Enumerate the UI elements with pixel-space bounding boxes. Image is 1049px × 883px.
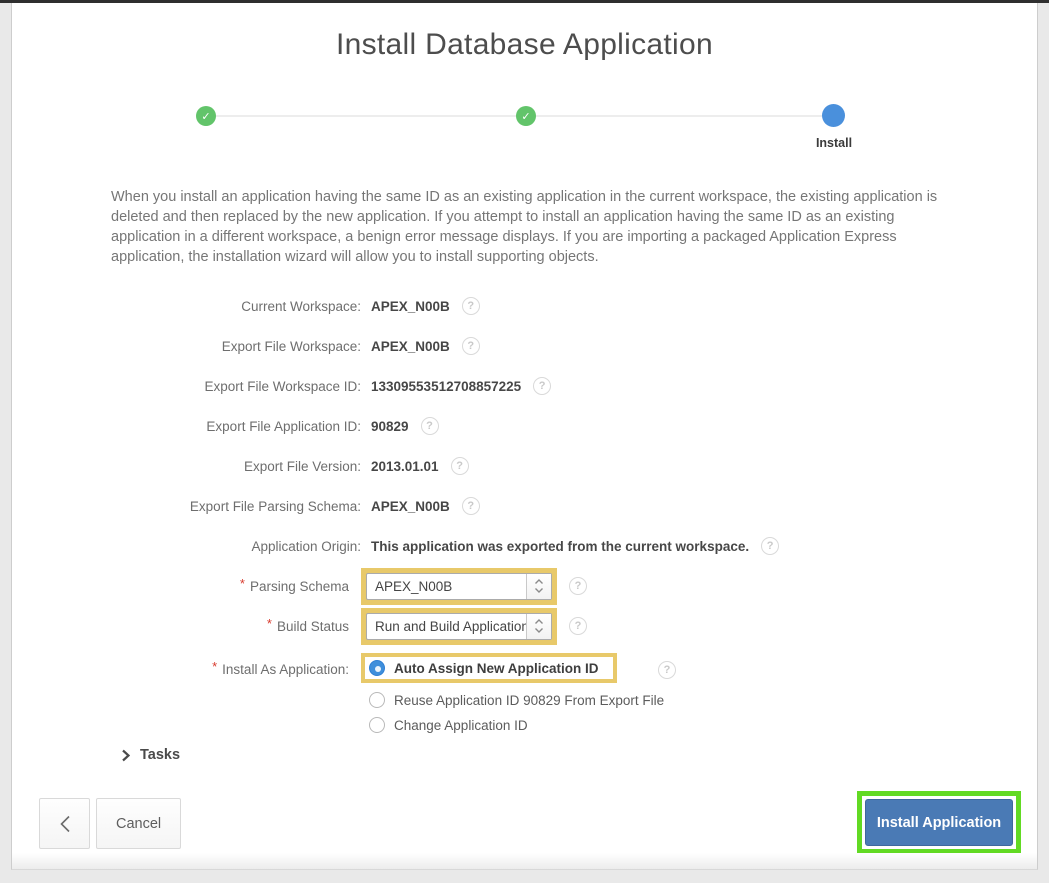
step-3-label: Install [789,136,879,150]
row-install-as-application: *Install As Application: Auto Assign New… [12,653,1037,733]
field-label: Export File Workspace ID: [12,379,361,394]
field-label: *Parsing Schema [12,579,361,594]
field-value: 13309553512708857225 [371,379,521,394]
field-value: This application was exported from the c… [371,539,749,554]
wizard-panel: Install Database Application ✓ ✓ Install… [11,3,1038,870]
select-spinner-icon[interactable] [526,574,551,599]
row-export-file-workspace: Export File Workspace: APEX_N00B ? [12,326,1037,366]
select-value: Run and Build Application [367,614,526,639]
field-label: Export File Application ID: [12,419,361,434]
field-label: Application Origin: [12,539,361,554]
field-label: *Install As Application: [12,653,361,677]
wizard-progress: ✓ ✓ Install [206,106,845,156]
field-value: 2013.01.01 [371,459,439,474]
radio-change-id[interactable] [369,717,385,733]
cancel-button[interactable]: Cancel [96,798,181,849]
field-label: *Build Status [12,619,361,634]
help-icon[interactable]: ? [451,457,469,475]
help-icon[interactable]: ? [569,577,587,595]
row-export-file-application-id: Export File Application ID: 90829 ? [12,406,1037,446]
field-label: Export File Version: [12,459,361,474]
tasks-label: Tasks [140,747,180,763]
row-export-file-version: Export File Version: 2013.01.01 ? [12,446,1037,486]
chevron-right-icon [121,749,130,762]
check-icon: ✓ [521,110,530,123]
required-marker: * [267,616,272,631]
row-export-file-workspace-id: Export File Workspace ID: 13309553512708… [12,366,1037,406]
radio-reuse-id[interactable] [369,692,385,708]
chevron-left-icon [59,815,71,833]
help-icon[interactable]: ? [462,337,480,355]
select-value: APEX_N00B [367,574,526,599]
help-icon[interactable]: ? [421,417,439,435]
help-icon[interactable]: ? [569,617,587,635]
highlight-green-frame: Install Application [857,791,1021,854]
row-current-workspace: Current Workspace: APEX_N00B ? [12,286,1037,326]
row-build-status: *Build Status Run and Build Application … [12,606,1037,646]
radio-label[interactable]: Auto Assign New Application ID [394,661,599,676]
radio-label[interactable]: Change Application ID [394,718,528,733]
select-spinner-icon[interactable] [526,614,551,639]
step-3-current [822,104,845,127]
build-status-select[interactable]: Run and Build Application [366,613,552,640]
field-value: APEX_N00B [371,339,450,354]
radio-label[interactable]: Reuse Application ID 90829 From Export F… [394,693,664,708]
field-label: Export File Workspace: [12,339,361,354]
back-button[interactable] [39,798,90,849]
radio-option: Change Application ID [369,717,664,733]
row-parsing-schema: *Parsing Schema APEX_N00B ? [12,566,1037,606]
intro-text: When you install an application having t… [111,187,953,267]
install-as-radio-group: Auto Assign New Application ID Reuse App… [361,653,664,733]
step-1-complete: ✓ [196,106,216,126]
step-2-complete: ✓ [516,106,536,126]
page-title: Install Database Application [12,28,1037,62]
field-value: APEX_N00B [371,299,450,314]
help-icon[interactable]: ? [761,537,779,555]
highlight-gold-frame: Auto Assign New Application ID [361,653,617,683]
radio-option: Reuse Application ID 90829 From Export F… [369,692,664,708]
row-export-file-parsing-schema: Export File Parsing Schema: APEX_N00B ? [12,486,1037,526]
footer-fade [12,853,1037,869]
window-top-border [0,0,1049,3]
install-form: Current Workspace: APEX_N00B ? Export Fi… [12,286,1037,733]
install-application-button[interactable]: Install Application [865,799,1013,846]
radio-auto-assign[interactable] [369,660,385,676]
field-label: Export File Parsing Schema: [12,499,361,514]
row-application-origin: Application Origin: This application was… [12,526,1037,566]
check-icon: ✓ [201,110,210,123]
highlight-gold-frame: APEX_N00B [361,568,557,605]
field-value: 90829 [371,419,409,434]
required-marker: * [240,576,245,591]
required-marker: * [212,659,217,674]
field-value: APEX_N00B [371,499,450,514]
tasks-disclosure[interactable]: Tasks [121,747,180,763]
help-icon[interactable]: ? [462,497,480,515]
field-label: Current Workspace: [12,299,361,314]
help-icon[interactable]: ? [658,661,676,679]
parsing-schema-select[interactable]: APEX_N00B [366,573,552,600]
help-icon[interactable]: ? [533,377,551,395]
highlight-gold-frame: Run and Build Application [361,608,557,645]
help-icon[interactable]: ? [462,297,480,315]
